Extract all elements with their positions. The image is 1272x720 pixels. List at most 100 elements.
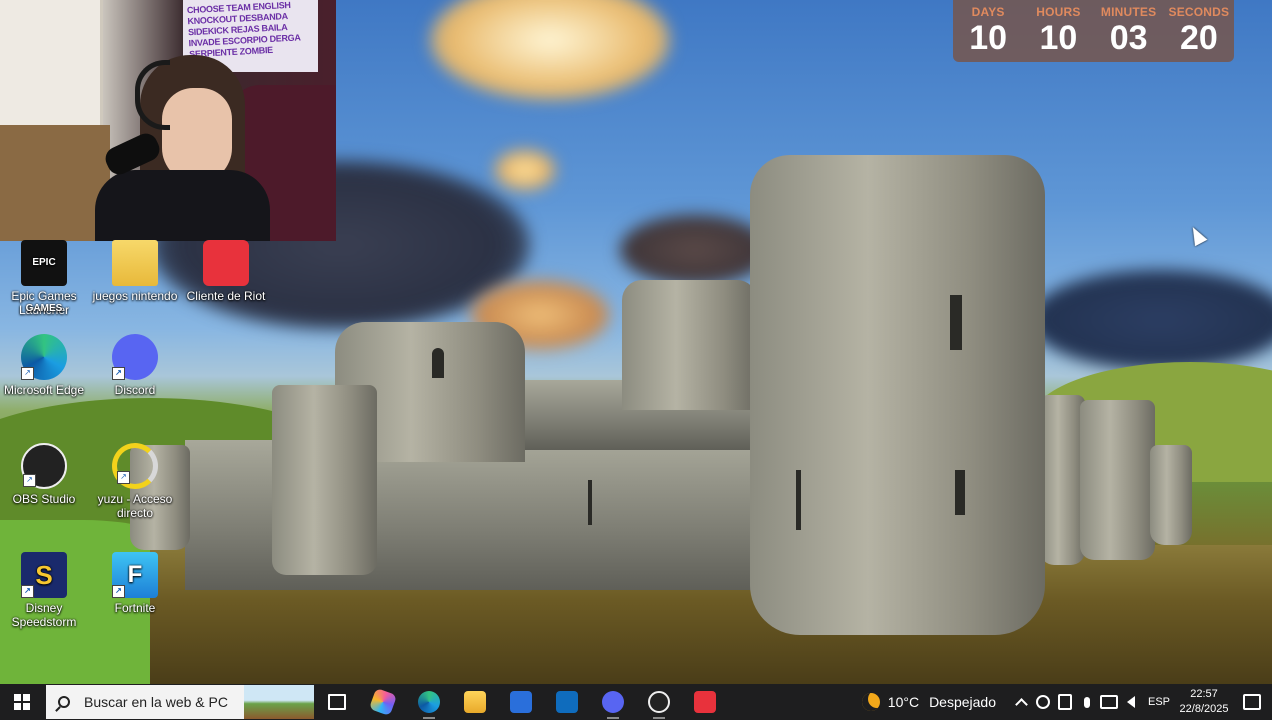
weather-widget[interactable]: 10°C Despejado <box>861 693 996 711</box>
speaker-icon <box>1127 696 1135 708</box>
microphone-tray-button[interactable] <box>1076 684 1098 720</box>
taskbar-search-box[interactable]: Buscar en la web & PC <box>46 685 314 719</box>
tray-app-button[interactable] <box>1032 684 1054 720</box>
streamer-face <box>162 88 232 183</box>
device-icon <box>1058 694 1072 710</box>
obs-tray-icon <box>1036 695 1050 709</box>
shortcut-arrow-icon: ↗ <box>21 367 34 380</box>
desktop-icon-juegos-nintendo[interactable]: juegos nintendo <box>92 240 178 303</box>
task-view-button[interactable] <box>314 684 360 720</box>
moon-icon <box>861 693 880 711</box>
taskbar-store-button[interactable] <box>498 684 544 720</box>
countdown-seconds: SECONDS 20 <box>1164 0 1234 62</box>
yuzu-icon: ↗ <box>112 443 158 489</box>
countdown-days: DAYS 10 <box>953 0 1023 62</box>
folder-icon <box>112 240 158 286</box>
taskbar-file-explorer-button[interactable] <box>452 684 498 720</box>
desktop-icon-label: Disney Speedstorm <box>11 601 77 629</box>
countdown-hours-label: HOURS <box>1036 5 1081 19</box>
tower-window <box>955 470 965 515</box>
countdown-days-value: 10 <box>969 19 1008 57</box>
discord-icon: ↗ <box>112 334 158 380</box>
countdown-minutes-value: 03 <box>1109 19 1148 57</box>
fortnite-icon: F ↗ <box>112 552 158 598</box>
system-tray: ESP 22:57 22/8/2025 <box>1010 684 1272 720</box>
desktop-icon-discord[interactable]: ↗ Discord <box>92 334 178 397</box>
clock-time: 22:57 <box>1190 688 1218 700</box>
desktop-icon-fortnite[interactable]: F ↗ Fortnite <box>92 552 178 615</box>
countdown-widget: DAYS 10 HOURS 10 MINUTES 03 SECONDS 20 <box>953 0 1234 62</box>
taskbar-edge-button[interactable] <box>406 684 452 720</box>
outlook-icon <box>556 691 578 713</box>
desktop-icon-disney-speedstorm[interactable]: S ↗ Disney Speedstorm <box>1 552 87 629</box>
countdown-minutes-label: MINUTES <box>1100 5 1157 19</box>
taskbar-discord-button[interactable] <box>590 684 636 720</box>
desktop-icon-epic-games[interactable]: EPIC GAMES Epic Games Launcher <box>1 240 87 317</box>
desktop-icon-label: Discord <box>114 383 156 397</box>
castle-tower <box>1150 445 1192 545</box>
fortnite-badge: F <box>127 561 143 588</box>
castle-wall <box>185 440 755 590</box>
search-highlight-art <box>244 685 314 719</box>
countdown-days-label: DAYS <box>971 5 1005 19</box>
webcam-door <box>0 0 103 130</box>
desktop-icon-riot-client[interactable]: Cliente de Riot <box>183 240 269 303</box>
countdown-minutes: MINUTES 03 <box>1094 0 1164 62</box>
shortcut-arrow-icon: ↗ <box>112 367 125 380</box>
desktop-icon-yuzu[interactable]: ↗ yuzu - Acceso directo <box>92 443 178 520</box>
desktop-icon-label: juegos nintendo <box>92 289 178 303</box>
taskbar-outlook-button[interactable] <box>544 684 590 720</box>
countdown-hours-value: 10 <box>1039 19 1078 57</box>
shortcut-arrow-icon: ↗ <box>117 471 130 484</box>
tray-app-button[interactable] <box>1054 684 1076 720</box>
castle-main-tower <box>750 155 1045 635</box>
tower-window <box>950 295 962 350</box>
file-explorer-icon <box>464 691 486 713</box>
shortcut-arrow-icon: ↗ <box>23 474 36 487</box>
cloud <box>1030 270 1272 370</box>
obs-icon <box>648 691 670 713</box>
cloud <box>495 150 555 190</box>
search-icon <box>58 696 70 708</box>
taskbar-valorant-button[interactable] <box>682 684 728 720</box>
webcam-floor <box>0 125 110 241</box>
desktop-icon-label: Fortnite <box>114 601 156 615</box>
disney-speedstorm-icon: S ↗ <box>21 552 67 598</box>
tower-window <box>432 348 444 378</box>
copilot-button[interactable] <box>360 684 406 720</box>
edge-icon: ↗ <box>21 334 67 380</box>
show-hidden-icons-button[interactable] <box>1010 684 1032 720</box>
countdown-seconds-label: SECONDS <box>1168 5 1230 19</box>
desktop-icon-label: yuzu - Acceso directo <box>97 492 173 520</box>
castle-tower <box>1040 395 1085 565</box>
copilot-icon <box>368 687 398 717</box>
tower-window <box>796 470 801 530</box>
desktop-icon-obs-studio[interactable]: ↗ OBS Studio <box>1 443 87 506</box>
streamer-body <box>95 170 270 241</box>
desktop-icon-label: Microsoft Edge <box>3 383 85 397</box>
poster-text: CHOOSE TEAM ENGLISH KNOCKOUT DESBANDA SI… <box>186 0 301 60</box>
valorant-icon <box>694 691 716 713</box>
desktop-icon-edge[interactable]: ↗ Microsoft Edge <box>1 334 87 397</box>
search-placeholder: Buscar en la web & PC <box>84 694 228 710</box>
microphone-icon <box>1084 696 1090 708</box>
riot-client-icon <box>203 240 249 286</box>
volume-button[interactable] <box>1120 684 1142 720</box>
notification-center-button[interactable] <box>1232 684 1272 720</box>
microsoft-store-icon <box>510 691 532 713</box>
countdown-hours: HOURS 10 <box>1023 0 1093 62</box>
desktop-icon-label: Cliente de Riot <box>186 289 266 303</box>
epic-games-icon: EPIC GAMES <box>21 240 67 314</box>
task-view-icon <box>328 694 346 710</box>
windows-logo-icon <box>14 694 30 710</box>
network-button[interactable] <box>1098 684 1120 720</box>
edge-icon <box>418 691 440 713</box>
weather-temperature: 10°C <box>887 694 920 710</box>
shortcut-arrow-icon: ↗ <box>21 585 34 598</box>
taskbar-clock[interactable]: 22:57 22/8/2025 <box>1176 687 1232 717</box>
input-language-indicator[interactable]: ESP <box>1142 696 1176 708</box>
cloud <box>620 215 770 285</box>
start-button[interactable] <box>0 684 44 720</box>
taskbar-obs-button[interactable] <box>636 684 682 720</box>
clock-date: 22/8/2025 <box>1179 703 1229 715</box>
